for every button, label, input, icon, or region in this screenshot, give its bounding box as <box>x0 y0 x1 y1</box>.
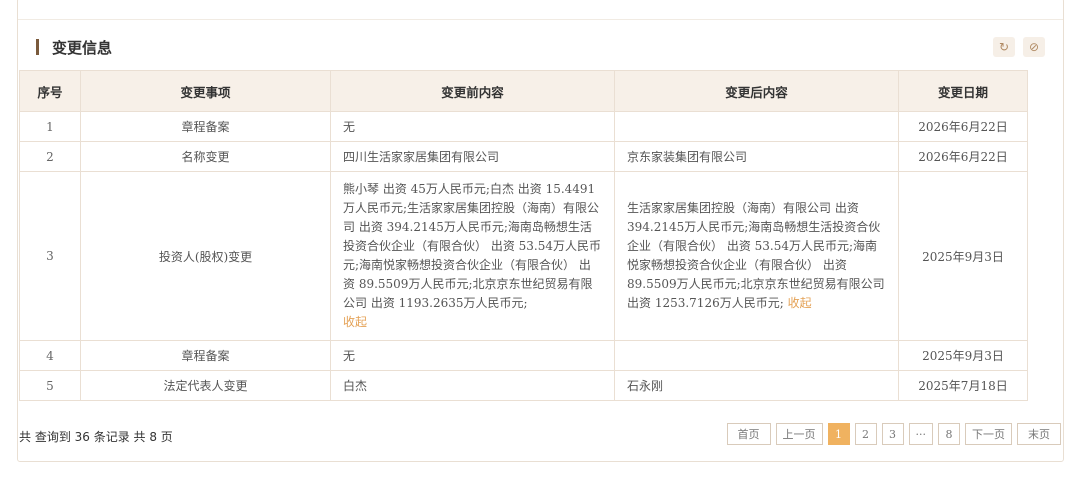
cell-item: 投资人(股权)变更 <box>80 171 331 341</box>
table-row: 1 章程备案 无 2026年6月22日 <box>19 111 1028 142</box>
table-row: 2 名称变更 四川生活家家居集团有限公司 京东家装集团有限公司 2026年6月2… <box>19 141 1028 172</box>
cell-before: 熊小琴 出资 45万人民币元;白杰 出资 15.4491万人民币元;生活家家居集… <box>330 171 615 341</box>
col-header-after: 变更后内容 <box>614 70 899 112</box>
cell-after: 石永刚 <box>614 370 899 401</box>
cell-after: 京东家装集团有限公司 <box>614 141 899 172</box>
cell-index: 1 <box>19 111 81 142</box>
first-page-button[interactable]: 首页 <box>726 423 771 445</box>
section-title: 变更信息 <box>52 39 113 57</box>
after-text: 生活家家居集团控股（海南）有限公司 出资 394.2145万人民币元;海南岛畅想… <box>627 201 885 310</box>
table-row: 5 法定代表人变更 白杰 石永刚 2025年7月18日 <box>19 370 1028 401</box>
cell-item: 法定代表人变更 <box>80 370 331 401</box>
cell-index: 2 <box>19 141 81 172</box>
cell-after <box>614 111 899 142</box>
before-text: 熊小琴 出资 45万人民币元;白杰 出资 15.4491万人民币元;生活家家居集… <box>343 182 601 310</box>
page-button-1[interactable]: 1 <box>827 423 850 445</box>
refresh-icon[interactable]: ↻ <box>993 37 1015 57</box>
table-row: 3 投资人(股权)变更 熊小琴 出资 45万人民币元;白杰 出资 15.4491… <box>19 171 1028 341</box>
cell-item: 章程备案 <box>80 340 331 371</box>
cell-item: 章程备案 <box>80 111 331 142</box>
cell-date: 2025年9月3日 <box>898 340 1028 371</box>
next-page-button[interactable]: 下一页 <box>965 423 1012 445</box>
col-header-item: 变更事项 <box>80 70 331 112</box>
cell-date: 2026年6月22日 <box>898 141 1028 172</box>
table-header-row: 序号 变更事项 变更前内容 变更后内容 变更日期 <box>19 70 1028 112</box>
cell-item: 名称变更 <box>80 141 331 172</box>
cell-before: 无 <box>330 340 615 371</box>
section-tools: ↻ ⊘ <box>993 37 1045 57</box>
last-page-button[interactable]: 末页 <box>1017 423 1061 445</box>
cell-date: 2026年6月22日 <box>898 111 1028 142</box>
cell-after: 生活家家居集团控股（海南）有限公司 出资 394.2145万人民币元;海南岛畅想… <box>614 171 899 341</box>
collapse-link[interactable]: 收起 <box>788 296 812 310</box>
title-accent-bar <box>36 39 39 55</box>
col-header-before: 变更前内容 <box>330 70 615 112</box>
col-header-date: 变更日期 <box>898 70 1028 112</box>
cell-date: 2025年9月3日 <box>898 171 1028 341</box>
cell-after <box>614 340 899 371</box>
prev-page-button[interactable]: 上一页 <box>775 423 823 445</box>
cell-date: 2025年7月18日 <box>898 370 1028 401</box>
collapse-link[interactable]: 收起 <box>343 315 367 329</box>
record-summary: 共 查询到 36 条记录 共 8 页 <box>19 430 173 444</box>
page-button-3[interactable]: 3 <box>881 423 904 445</box>
eye-slash-icon[interactable]: ⊘ <box>1023 37 1045 57</box>
table-row: 4 章程备案 无 2025年9月3日 <box>19 340 1028 371</box>
cell-before: 四川生活家家居集团有限公司 <box>330 141 615 172</box>
page-ellipsis: ··· <box>908 423 933 445</box>
top-divider <box>18 19 1063 20</box>
page-button-2[interactable]: 2 <box>854 423 877 445</box>
change-table: 序号 变更事项 变更前内容 变更后内容 变更日期 1 章程备案 无 2026年6… <box>19 70 1028 401</box>
cell-index: 4 <box>19 340 81 371</box>
pagination: 首页 上一页 1 2 3 ··· 8 下一页 末页 <box>726 423 1061 445</box>
cell-before: 无 <box>330 111 615 142</box>
cell-index: 3 <box>19 171 81 341</box>
section-header: 变更信息 ↻ ⊘ <box>36 37 1045 59</box>
col-header-index: 序号 <box>19 70 81 112</box>
page-button-8[interactable]: 8 <box>938 423 960 445</box>
cell-before: 白杰 <box>330 370 615 401</box>
cell-index: 5 <box>19 370 81 401</box>
